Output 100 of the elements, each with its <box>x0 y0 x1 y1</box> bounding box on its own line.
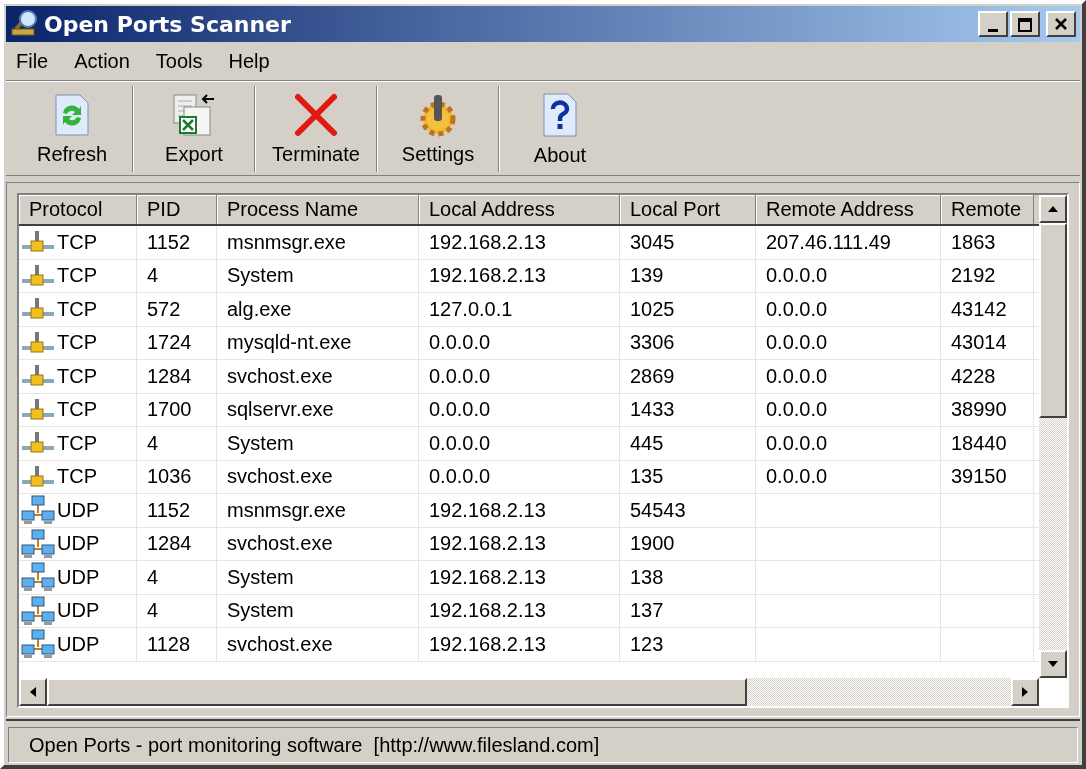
table-cell: 192.168.2.13 <box>429 532 546 556</box>
plug-icon <box>21 330 55 355</box>
table-cell: 1433 <box>630 398 675 422</box>
right-arrow-icon <box>1021 686 1029 698</box>
table-cell: mysqld-nt.exe <box>227 331 352 355</box>
network-icon <box>21 562 55 593</box>
table-cell: 1284 <box>147 364 192 388</box>
column-header[interactable]: Local Address <box>419 195 620 224</box>
table-cell: UDP <box>57 498 100 522</box>
table-cell: 3045 <box>630 230 675 254</box>
table-cell: 4 <box>147 431 159 455</box>
toolbar-button[interactable]: Terminate <box>256 86 376 172</box>
table-cell: 1700 <box>147 398 192 422</box>
table-cell: System <box>227 264 294 288</box>
table-cell: UDP <box>57 532 100 556</box>
column-header[interactable]: Process Name <box>217 195 419 224</box>
table-cell: 43142 <box>951 297 1007 321</box>
scroll-right-button[interactable] <box>1011 678 1039 706</box>
toolbar-button[interactable]: Export <box>134 86 254 172</box>
table-cell: 18440 <box>951 431 1007 455</box>
network-icon <box>21 528 55 559</box>
table-cell: alg.exe <box>227 297 292 321</box>
menu-item[interactable]: File <box>14 49 51 73</box>
table-cell: 1284 <box>147 532 192 556</box>
menu-item[interactable]: Help <box>226 49 272 73</box>
toolbar-button[interactable]: Settings <box>378 86 498 172</box>
menu-item[interactable]: Action <box>72 49 132 73</box>
network-icon <box>21 629 55 660</box>
table-cell: 43014 <box>951 331 1007 355</box>
horizontal-scrollbar[interactable] <box>19 678 1039 706</box>
table-cell: 1900 <box>630 532 675 556</box>
table-cell: 572 <box>147 297 181 321</box>
table-cell: UDP <box>57 599 100 623</box>
table-cell: 2869 <box>630 364 675 388</box>
column-header[interactable]: Protocol <box>19 195 137 224</box>
table-cell: 3306 <box>630 331 675 355</box>
column-header[interactable]: Local Port <box>620 195 756 224</box>
plug-icon <box>21 263 55 288</box>
table-cell: 0.0.0.0 <box>766 364 828 388</box>
column-header[interactable]: Remote Address <box>756 195 941 224</box>
cross-icon <box>294 92 338 137</box>
network-icon <box>21 495 55 526</box>
table-cell: 139 <box>630 264 664 288</box>
scroll-thumb[interactable] <box>1039 223 1067 418</box>
table-cell: 192.168.2.13 <box>429 632 546 656</box>
table-cell: UDP <box>57 632 100 656</box>
table-cell: 192.168.2.13 <box>429 230 546 254</box>
up-arrow-icon <box>1047 205 1059 213</box>
minimize-button[interactable] <box>978 11 1008 37</box>
column-header[interactable]: PID <box>137 195 217 224</box>
minimize-icon <box>988 29 998 32</box>
table-cell: 137 <box>630 599 664 623</box>
table-cell: 192.168.2.13 <box>429 498 546 522</box>
toolbar-button[interactable]: Refresh <box>12 86 132 172</box>
plug-icon <box>21 230 55 255</box>
table-cell: 38990 <box>951 398 1007 422</box>
plug-icon <box>21 464 55 489</box>
table-cell: svchost.exe <box>227 632 333 656</box>
column-header[interactable]: Remote <box>941 195 1034 224</box>
table-cell: 192.168.2.13 <box>429 264 546 288</box>
table-cell: 445 <box>630 431 664 455</box>
table-cell: 0.0.0.0 <box>429 398 491 422</box>
table-cell: 1128 <box>147 632 190 656</box>
scroll-left-button[interactable] <box>19 678 47 706</box>
toolbar-button[interactable]: About <box>500 86 620 172</box>
table-cell: 54543 <box>630 498 686 522</box>
menu-item[interactable]: Tools <box>153 49 205 73</box>
maximize-button[interactable] <box>1010 11 1040 37</box>
table-cell: 2192 <box>951 264 996 288</box>
table-cell: svchost.exe <box>227 465 333 489</box>
table-cell: TCP <box>57 465 97 489</box>
plug-icon <box>21 297 55 322</box>
table-cell: 0.0.0.0 <box>766 264 828 288</box>
table-cell: 1025 <box>630 297 675 321</box>
maximize-icon <box>1018 18 1032 32</box>
table-cell: 1152 <box>147 230 190 254</box>
scroll-thumb[interactable] <box>47 678 747 706</box>
table-cell: TCP <box>57 331 97 355</box>
table-cell: 127.0.0.1 <box>429 297 513 321</box>
table-cell: 1863 <box>951 230 996 254</box>
network-icon <box>21 595 55 626</box>
plug-icon <box>21 364 55 389</box>
table-cell: msnmsgr.exe <box>227 230 346 254</box>
table-cell: TCP <box>57 364 97 388</box>
table-cell: 0.0.0.0 <box>766 297 828 321</box>
scroll-up-button[interactable] <box>1039 195 1067 223</box>
table-cell: System <box>227 599 294 623</box>
vertical-scrollbar[interactable] <box>1039 195 1067 678</box>
close-button[interactable] <box>1046 11 1076 37</box>
table-cell: 192.168.2.13 <box>429 565 546 589</box>
spreadsheet-export-icon <box>172 92 216 137</box>
table-cell: 4228 <box>951 364 996 388</box>
table-cell: 0.0.0.0 <box>429 364 491 388</box>
window-title: Open Ports Scanner <box>44 11 291 37</box>
table-cell: TCP <box>57 264 97 288</box>
table-cell: 0.0.0.0 <box>429 431 491 455</box>
scroll-down-button[interactable] <box>1039 650 1067 678</box>
table-cell: 4 <box>147 565 159 589</box>
table-cell: svchost.exe <box>227 532 333 556</box>
table-cell: TCP <box>57 431 97 455</box>
